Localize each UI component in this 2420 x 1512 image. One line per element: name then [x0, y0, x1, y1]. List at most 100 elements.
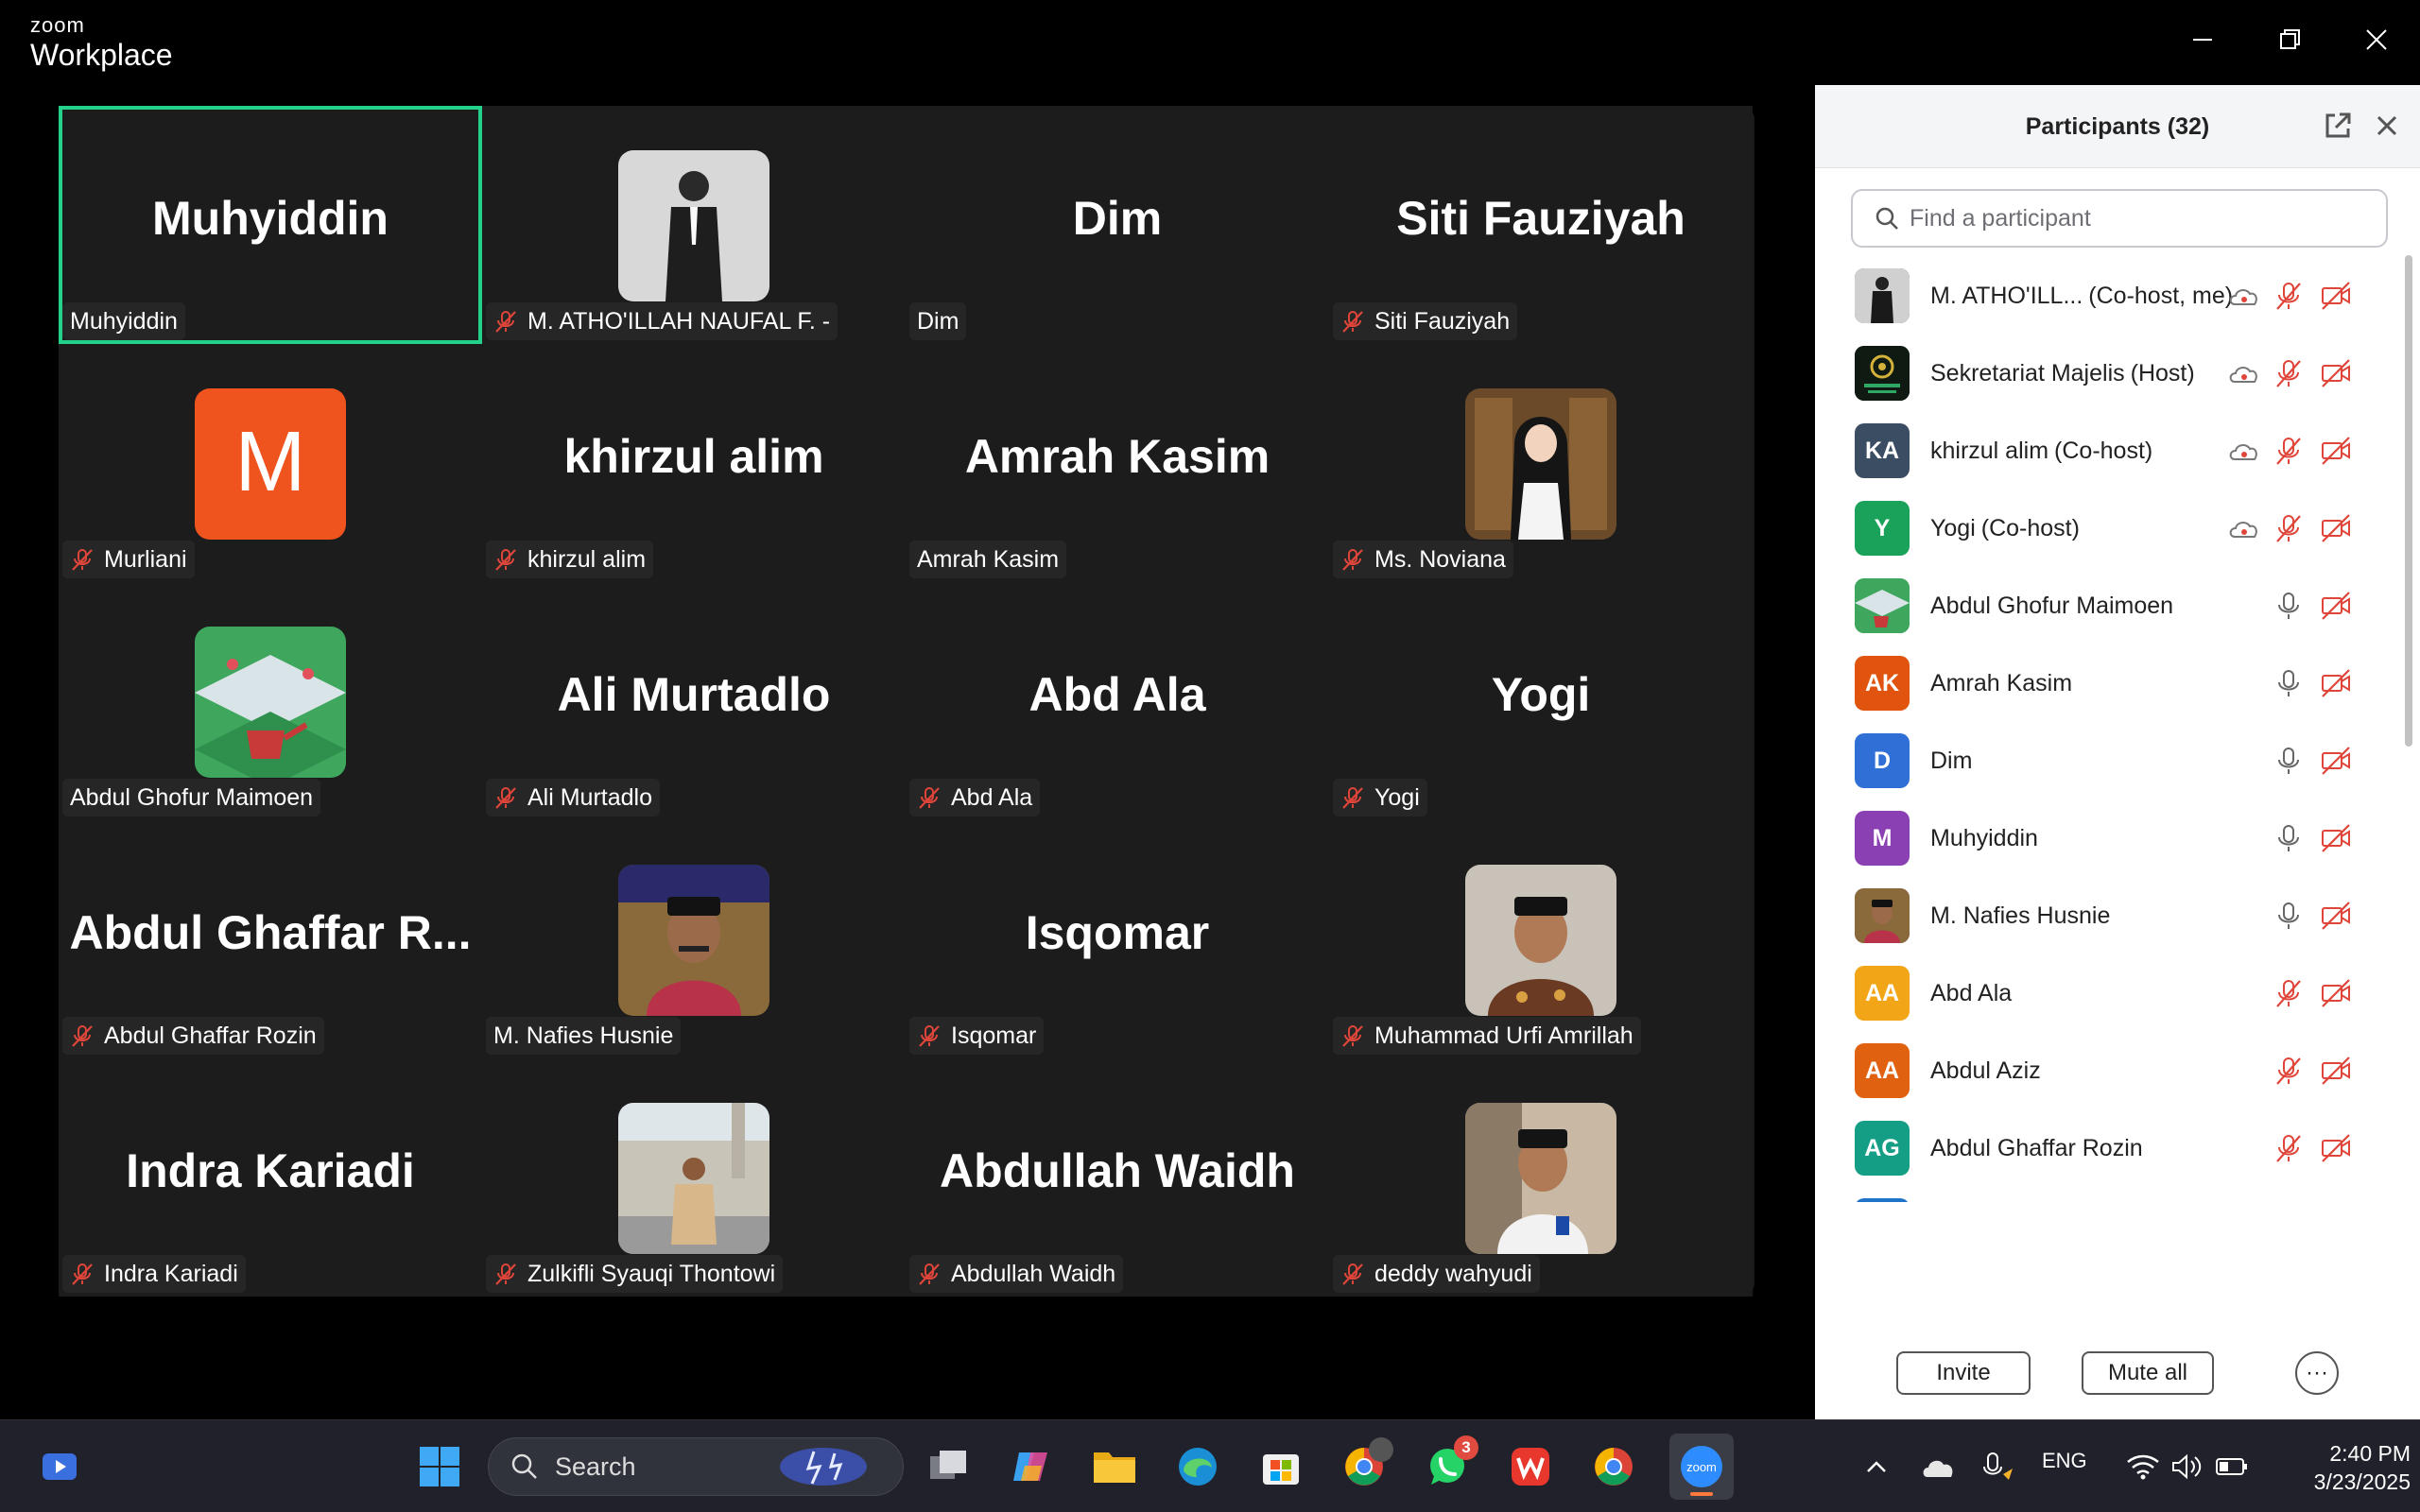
video-tile[interactable]: M Murliani — [59, 344, 482, 582]
participant-row[interactable]: M Muhyiddin — [1815, 799, 2401, 877]
participant-row[interactable]: M. ATHO'ILL... (Co-host, me) — [1815, 257, 2401, 335]
video-off-icon[interactable] — [2320, 357, 2352, 389]
microphone-icon[interactable] — [2273, 900, 2305, 932]
participant-row[interactable]: Y Yogi (Co-host) — [1815, 490, 2401, 567]
avatar-initials: AG — [1864, 1134, 1900, 1161]
participant-row[interactable]: Sekretariat Majelis (Host) — [1815, 335, 2401, 412]
keyboard-language[interactable]: ENG — [2042, 1449, 2087, 1473]
microphone-icon[interactable] — [2273, 745, 2305, 777]
avatar-initials: Y — [1874, 514, 1891, 541]
close-button[interactable] — [2346, 13, 2407, 66]
battery-button[interactable] — [2206, 1441, 2257, 1492]
video-off-icon[interactable] — [2320, 822, 2352, 854]
wps-icon — [1512, 1448, 1549, 1486]
video-tile[interactable]: Indra Kariadi Indra Kariadi — [59, 1058, 482, 1297]
video-off-icon[interactable] — [2320, 667, 2352, 699]
participant-search-input[interactable] — [1910, 204, 2363, 232]
chrome-button-2[interactable] — [1588, 1441, 1639, 1492]
video-off-icon[interactable] — [2320, 1132, 2352, 1164]
video-tile[interactable]: Siti Fauziyah Siti Fauziyah — [1329, 106, 1753, 344]
scrollbar-thumb[interactable] — [2405, 255, 2412, 747]
tile-name-label: Abdullah Waidh — [909, 1255, 1124, 1293]
video-tile[interactable]: Dim Dim — [906, 106, 1329, 344]
more-options-button[interactable]: ··· — [2295, 1351, 2339, 1395]
participant-row[interactable]: AWAbdullah Waidh — [1815, 1187, 2401, 1202]
video-tile[interactable]: Zulkifli Syauqi Thontowi — [482, 1058, 906, 1297]
copilot-button[interactable] — [1006, 1441, 1057, 1492]
participant-row[interactable]: AA Abd Ala — [1815, 954, 2401, 1032]
onedrive-button[interactable] — [1913, 1441, 1964, 1492]
video-tile[interactable]: khirzul alim khirzul alim — [482, 344, 906, 582]
show-hidden-icons-button[interactable] — [1851, 1441, 1902, 1492]
whatsapp-button[interactable]: 3 — [1422, 1435, 1478, 1492]
muted-mic-icon[interactable] — [2273, 1055, 2305, 1087]
video-off-icon[interactable] — [2320, 435, 2352, 467]
tile-name-label: khirzul alim — [486, 541, 654, 578]
participant-avatar — [1855, 578, 1910, 633]
participant-row[interactable]: D Dim — [1815, 722, 2401, 799]
participant-list-scrollbar[interactable] — [2403, 255, 2414, 1399]
microphone-icon[interactable] — [2273, 822, 2305, 854]
mute-all-button[interactable]: Mute all — [2082, 1351, 2214, 1395]
video-off-icon[interactable] — [2320, 280, 2352, 312]
participant-row[interactable]: AK Amrah Kasim — [1815, 644, 2401, 722]
video-tile[interactable]: Abd Ala Abd Ala — [906, 582, 1329, 820]
close-panel-icon[interactable] — [2371, 110, 2403, 142]
tile-name-label: Ms. Noviana — [1333, 541, 1513, 578]
participant-search-box[interactable] — [1851, 189, 2388, 248]
zoom-taskbar-button[interactable]: zoom — [1669, 1434, 1734, 1500]
microphone-in-use-button[interactable] — [1972, 1441, 2023, 1492]
microphone-icon[interactable] — [2273, 667, 2305, 699]
start-button[interactable] — [414, 1441, 465, 1492]
wifi-icon — [2127, 1454, 2159, 1480]
video-off-icon[interactable] — [2320, 1055, 2352, 1087]
file-explorer-button[interactable] — [1089, 1441, 1140, 1492]
edge-browser-button[interactable] — [1172, 1441, 1223, 1492]
video-tile[interactable]: Abdul Ghaffar R... Abdul Ghaffar Rozin — [59, 820, 482, 1058]
minimize-button[interactable] — [2172, 13, 2233, 66]
muted-mic-icon[interactable] — [2273, 977, 2305, 1009]
pop-out-icon[interactable] — [2322, 110, 2354, 142]
video-tile[interactable]: M. ATHO'ILLAH NAUFAL F. - — [482, 106, 906, 344]
widgets-button[interactable] — [34, 1441, 85, 1492]
invite-button[interactable]: Invite — [1896, 1351, 2031, 1395]
video-tile[interactable]: Abdul Ghofur Maimoen — [59, 582, 482, 820]
video-tile[interactable]: Amrah Kasim Amrah Kasim — [906, 344, 1329, 582]
video-off-icon[interactable] — [2320, 977, 2352, 1009]
tile-name-text: M. ATHO'ILLAH NAUFAL F. - — [527, 307, 831, 335]
video-tile[interactable]: Muhyiddin Muhyiddin — [59, 106, 482, 344]
video-off-icon[interactable] — [2320, 745, 2352, 777]
muted-mic-icon[interactable] — [2273, 512, 2305, 544]
wps-office-button[interactable] — [1505, 1441, 1556, 1492]
taskbar-search[interactable]: Search — [488, 1437, 904, 1496]
chrome-button-1[interactable] — [1339, 1437, 1393, 1492]
video-tile[interactable]: Ali Murtadlo Ali Murtadlo — [482, 582, 906, 820]
microphone-icon[interactable] — [2273, 590, 2305, 622]
video-tile[interactable]: M. Nafies Husnie — [482, 820, 906, 1058]
microsoft-store-button[interactable] — [1255, 1441, 1306, 1492]
video-off-icon[interactable] — [2320, 512, 2352, 544]
participant-row[interactable]: AG Abdul Ghaffar Rozin — [1815, 1109, 2401, 1187]
restore-button[interactable] — [2259, 13, 2320, 66]
video-tile[interactable]: Muhammad Urfi Amrillah — [1329, 820, 1753, 1058]
video-tile[interactable]: Yogi Yogi — [1329, 582, 1753, 820]
participant-row[interactable]: AA Abdul Aziz — [1815, 1032, 2401, 1109]
video-off-icon[interactable] — [2320, 590, 2352, 622]
tile-name-text: Zulkifli Syauqi Thontowi — [527, 1260, 776, 1287]
taskbar-clock[interactable]: 2:40 PM 3/23/2025 — [2269, 1439, 2411, 1496]
task-view-button[interactable] — [923, 1441, 974, 1492]
muted-mic-icon[interactable] — [2273, 357, 2305, 389]
video-tile[interactable]: Isqomar Isqomar — [906, 820, 1329, 1058]
participant-row[interactable]: Abdul Ghofur Maimoen — [1815, 567, 2401, 644]
participant-row[interactable]: M. Nafies Husnie — [1815, 877, 2401, 954]
muted-mic-icon[interactable] — [2273, 1132, 2305, 1164]
participant-role: (Co-host, me) — [2088, 282, 2234, 309]
volume-button[interactable] — [2161, 1441, 2212, 1492]
video-off-icon[interactable] — [2320, 900, 2352, 932]
video-tile[interactable]: Abdullah Waidh Abdullah Waidh — [906, 1058, 1329, 1297]
muted-mic-icon[interactable] — [2273, 280, 2305, 312]
participant-row[interactable]: KA khirzul alim (Co-host) — [1815, 412, 2401, 490]
video-tile[interactable]: Ms. Noviana — [1329, 344, 1753, 582]
video-tile[interactable]: deddy wahyudi — [1329, 1058, 1753, 1297]
muted-mic-icon[interactable] — [2273, 435, 2305, 467]
